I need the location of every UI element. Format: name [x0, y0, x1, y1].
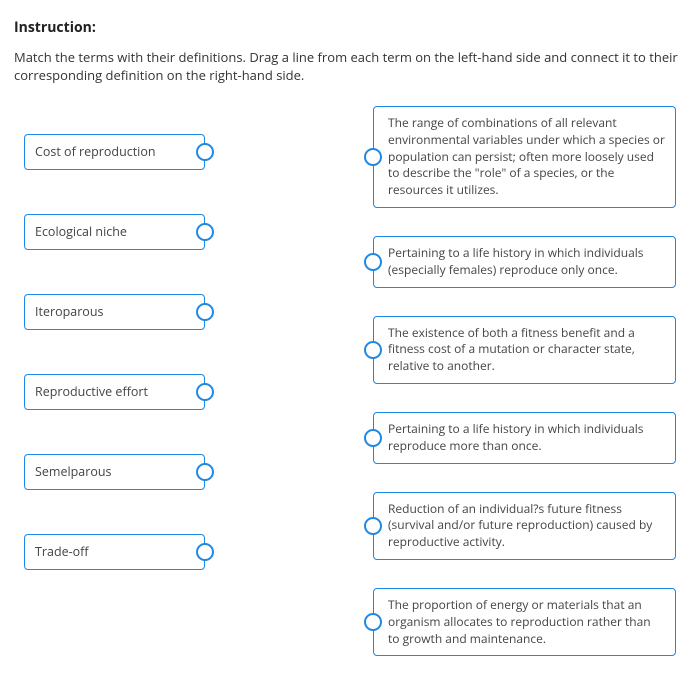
terms-column: Cost of reproduction Ecological niche It…: [24, 106, 214, 656]
term-item-5[interactable]: Trade-off: [24, 534, 214, 570]
term-box[interactable]: Cost of reproduction: [24, 134, 205, 170]
term-connector-handle[interactable]: [196, 143, 214, 161]
term-item-1[interactable]: Ecological niche: [24, 214, 214, 250]
definition-connector-handle[interactable]: [364, 341, 382, 359]
term-connector-handle[interactable]: [196, 463, 214, 481]
term-label: Cost of reproduction: [35, 143, 156, 161]
term-item-4[interactable]: Semelparous: [24, 454, 214, 490]
term-label: Trade-off: [35, 543, 89, 561]
instruction-text: Match the terms with their definitions. …: [14, 48, 686, 84]
term-label: Ecological niche: [35, 223, 127, 241]
term-label: Reproductive effort: [35, 383, 148, 401]
definition-text: Pertaining to a life history in which in…: [388, 244, 644, 278]
term-item-2[interactable]: Iteroparous: [24, 294, 214, 330]
term-connector-handle[interactable]: [196, 223, 214, 241]
term-item-3[interactable]: Reproductive effort: [24, 374, 214, 410]
definition-item-4[interactable]: Reduction of an individual?s future fitn…: [364, 492, 676, 560]
definition-box[interactable]: The range of combinations of all relevan…: [373, 106, 676, 208]
term-box[interactable]: Iteroparous: [24, 294, 205, 330]
definition-text: The range of combinations of all relevan…: [388, 114, 665, 198]
instruction-heading: Instruction:: [14, 18, 686, 38]
term-label: Semelparous: [35, 463, 111, 481]
term-box[interactable]: Semelparous: [24, 454, 205, 490]
definition-text: Pertaining to a life history in which in…: [388, 420, 644, 454]
definition-box[interactable]: Pertaining to a life history in which in…: [373, 236, 676, 288]
definition-box[interactable]: Reduction of an individual?s future fitn…: [373, 492, 676, 560]
definition-box[interactable]: The existence of both a fitness benefit …: [373, 316, 676, 384]
term-box[interactable]: Ecological niche: [24, 214, 205, 250]
term-connector-handle[interactable]: [196, 543, 214, 561]
definition-box[interactable]: The proportion of energy or materials th…: [373, 588, 676, 656]
definition-text: The proportion of energy or materials th…: [388, 596, 651, 647]
definition-text: Reduction of an individual?s future fitn…: [388, 500, 652, 551]
definition-connector-handle[interactable]: [364, 517, 382, 535]
definition-connector-handle[interactable]: [364, 613, 382, 631]
term-connector-handle[interactable]: [196, 303, 214, 321]
term-connector-handle[interactable]: [196, 383, 214, 401]
term-item-0[interactable]: Cost of reproduction: [24, 134, 214, 170]
definition-item-5[interactable]: The proportion of energy or materials th…: [364, 588, 676, 656]
definition-item-1[interactable]: Pertaining to a life history in which in…: [364, 236, 676, 288]
definition-item-3[interactable]: Pertaining to a life history in which in…: [364, 412, 676, 464]
term-box[interactable]: Trade-off: [24, 534, 205, 570]
definition-text: The existence of both a fitness benefit …: [388, 324, 635, 375]
definition-connector-handle[interactable]: [364, 148, 382, 166]
definition-connector-handle[interactable]: [364, 429, 382, 447]
term-box[interactable]: Reproductive effort: [24, 374, 205, 410]
definitions-column: The range of combinations of all relevan…: [364, 106, 676, 656]
definition-connector-handle[interactable]: [364, 253, 382, 271]
term-label: Iteroparous: [35, 303, 103, 321]
match-area: Cost of reproduction Ecological niche It…: [14, 106, 686, 656]
definition-box[interactable]: Pertaining to a life history in which in…: [373, 412, 676, 464]
definition-item-0[interactable]: The range of combinations of all relevan…: [364, 106, 676, 208]
definition-item-2[interactable]: The existence of both a fitness benefit …: [364, 316, 676, 384]
